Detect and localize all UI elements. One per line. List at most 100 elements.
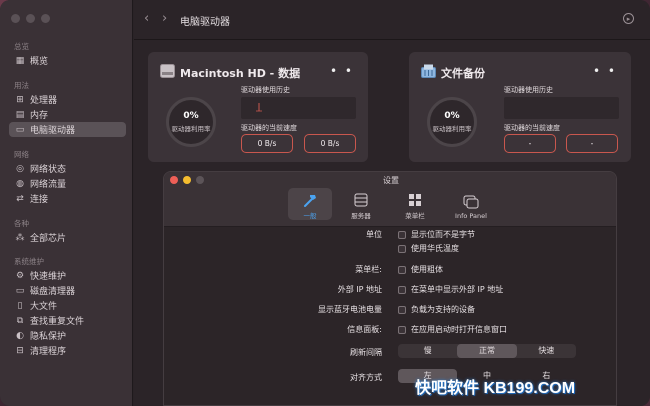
sidebar-section-network: 网络 [14, 150, 29, 159]
connection-icon: ⇄ [16, 193, 24, 204]
show-external-ip-checkbox[interactable]: 在菜单中显示外部 IP 地址 [398, 284, 503, 295]
write-speed-button[interactable]: - [566, 134, 618, 153]
tab-label: Info Panel [455, 212, 487, 220]
history-label: 驱动器使用历史 [241, 86, 290, 94]
sidebar-item-cleanup[interactable]: ⊟ 清理程序 [9, 343, 126, 358]
usage-history-graph [504, 97, 619, 119]
quick-maintain-icon: ⚙ [15, 270, 25, 281]
utilization-label: 驱动器利用率 [171, 125, 211, 133]
alignment-label: 对齐方式 [350, 373, 382, 382]
history-spark [256, 103, 262, 112]
grid-icon [407, 193, 423, 207]
minimize-window-button[interactable] [26, 14, 35, 23]
more-options-icon[interactable]: • • [330, 64, 354, 78]
sidebar-item-connection[interactable]: ⇄ 连接 [9, 191, 126, 206]
sidebar-item-duplicates[interactable]: ⧉ 查找重复文件 [9, 313, 126, 328]
refresh-normal-option[interactable]: 正常 [457, 344, 517, 358]
history-label: 驱动器使用历史 [504, 86, 553, 94]
refresh-slow-option[interactable]: 慢 [398, 344, 457, 358]
sidebar-item-label: 处理器 [30, 96, 58, 106]
speed-label: 驱动器的当前速度 [241, 124, 297, 132]
tab-label: 一般 [303, 212, 317, 220]
zoom-window-button[interactable] [41, 14, 50, 23]
refresh-fast-option[interactable]: 快速 [517, 344, 576, 358]
checkbox-box [398, 265, 406, 274]
external-ip-label: 外部 IP 地址 [337, 285, 382, 294]
sidebar-item-privacy[interactable]: ◐ 隐私保护 [9, 328, 126, 343]
tab-menubar[interactable]: 菜单栏 [393, 188, 437, 220]
page-title: 电脑驱动器 [180, 17, 230, 28]
units-label: 单位 [366, 230, 382, 239]
checkbox-box [398, 244, 406, 253]
drive-icon: ▭ [15, 124, 25, 135]
sidebar-item-label: 网络状态 [30, 165, 67, 175]
sidebar-item-label: 清理程序 [30, 347, 67, 357]
sidebar-item-disk-cleaner[interactable]: ▭ 磁盘清理器 [9, 283, 126, 298]
large-files-icon: ▯ [17, 300, 23, 311]
fahrenheit-checkbox[interactable]: 使用华氏温度 [398, 243, 459, 254]
server-icon [353, 193, 369, 207]
tab-label: 服务器 [351, 212, 371, 220]
settings-dialog: 设置 一般 服务器 菜单栏 Info Panel 单位 显示位而不是字节 使用华… [163, 171, 617, 406]
checkbox-box [398, 285, 406, 294]
sidebar-item-overview[interactable]: ▦ 概览 [9, 53, 126, 68]
utilization-label: 驱动器利用率 [432, 125, 472, 133]
sidebar-item-network-status[interactable]: ◎ 网络状态 [9, 161, 126, 176]
window-controls [11, 14, 50, 23]
drive-card-macintosh: Macintosh HD - 数据 • • 0% 驱动器利用率 驱动器使用历史 … [148, 52, 368, 162]
drive-name: Macintosh HD - 数据 [180, 67, 301, 80]
refresh-interval-label: 刷新间隔 [350, 348, 382, 357]
sidebar-item-label: 电脑驱动器 [30, 126, 76, 136]
sidebar-item-all-chips[interactable]: ⁂ 全部芯片 [9, 230, 126, 245]
sidebar-item-label: 快速维护 [30, 272, 67, 282]
sidebar-section-maintenance: 系统维护 [14, 257, 44, 266]
overview-icon: ▦ [15, 55, 25, 66]
disk-cleaner-icon: ▭ [15, 285, 25, 296]
menubar-label: 菜单栏: [355, 265, 382, 274]
close-window-button[interactable] [11, 14, 20, 23]
app-window: 总览 ▦ 概览 用法 ⊞ 处理器 ▤ 内存 ▭ 电脑驱动器 网络 ◎ 网络状态 … [0, 0, 650, 406]
sidebar-item-memory[interactable]: ▤ 内存 [9, 107, 126, 122]
sidebar-item-label: 查找重复文件 [30, 317, 85, 327]
write-speed-button[interactable]: 0 B/s [304, 134, 356, 153]
back-arrow-icon[interactable]: ‹ [144, 11, 149, 26]
utilization-gauge: 0% 驱动器利用率 [166, 97, 216, 147]
more-options-icon[interactable]: • • [593, 64, 617, 78]
sidebar-item-network-traffic[interactable]: ◍ 网络流量 [9, 176, 126, 191]
show-bits-checkbox[interactable]: 显示位而不是字节 [398, 229, 475, 240]
tab-servers[interactable]: 服务器 [339, 188, 383, 220]
tab-general[interactable]: 一般 [288, 188, 332, 220]
sidebar-item-cpu[interactable]: ⊞ 处理器 [9, 92, 126, 107]
cpu-icon: ⊞ [16, 94, 24, 105]
settings-header: 设置 一般 服务器 菜单栏 Info Panel [164, 172, 616, 227]
toolbar: ‹ › 电脑驱动器 ▸ [134, 0, 650, 40]
network-traffic-icon: ◍ [16, 178, 24, 189]
watermark: 快吧软件 KB199.COM [415, 380, 576, 397]
bold-font-checkbox[interactable]: 使用粗体 [398, 264, 443, 275]
checkbox-label: 使用华氏温度 [411, 244, 459, 253]
tab-info-panel[interactable]: Info Panel [450, 188, 492, 220]
read-speed-button[interactable]: - [504, 134, 556, 153]
sidebar-item-drive[interactable]: ▭ 电脑驱动器 [9, 122, 126, 137]
sidebar-item-label: 概览 [30, 57, 49, 67]
memory-icon: ▤ [15, 109, 25, 120]
cleanup-icon: ⊟ [16, 345, 24, 356]
read-speed-button[interactable]: 0 B/s [241, 134, 293, 153]
checkbox-box [398, 230, 406, 239]
drive-name: 文件备份 [441, 67, 485, 80]
checkbox-label: 在菜单中显示外部 IP 地址 [411, 285, 504, 294]
sidebar-section-overview: 总览 [14, 42, 29, 51]
checkbox-label: 使用粗体 [411, 265, 443, 274]
checkbox-label: 显示位而不是字节 [411, 230, 475, 239]
hammer-icon [302, 193, 318, 207]
sidebar-item-label: 大文件 [30, 302, 58, 312]
sidebar-item-large-files[interactable]: ▯ 大文件 [9, 298, 126, 313]
sidebar-item-label: 全部芯片 [30, 234, 67, 244]
checkbox-label: 在应用启动时打开信息窗口 [411, 325, 507, 334]
sidebar-item-quick-maintain[interactable]: ⚙ 快速维护 [9, 268, 126, 283]
settings-circle-icon[interactable]: ▸ [623, 13, 634, 24]
open-info-on-launch-checkbox[interactable]: 在应用启动时打开信息窗口 [398, 324, 507, 335]
bluetooth-devices-checkbox[interactable]: 负载为支持的设备 [398, 304, 475, 315]
forward-arrow-icon[interactable]: › [162, 11, 167, 26]
bluetooth-battery-label: 显示蓝牙电池电量 [318, 305, 382, 314]
